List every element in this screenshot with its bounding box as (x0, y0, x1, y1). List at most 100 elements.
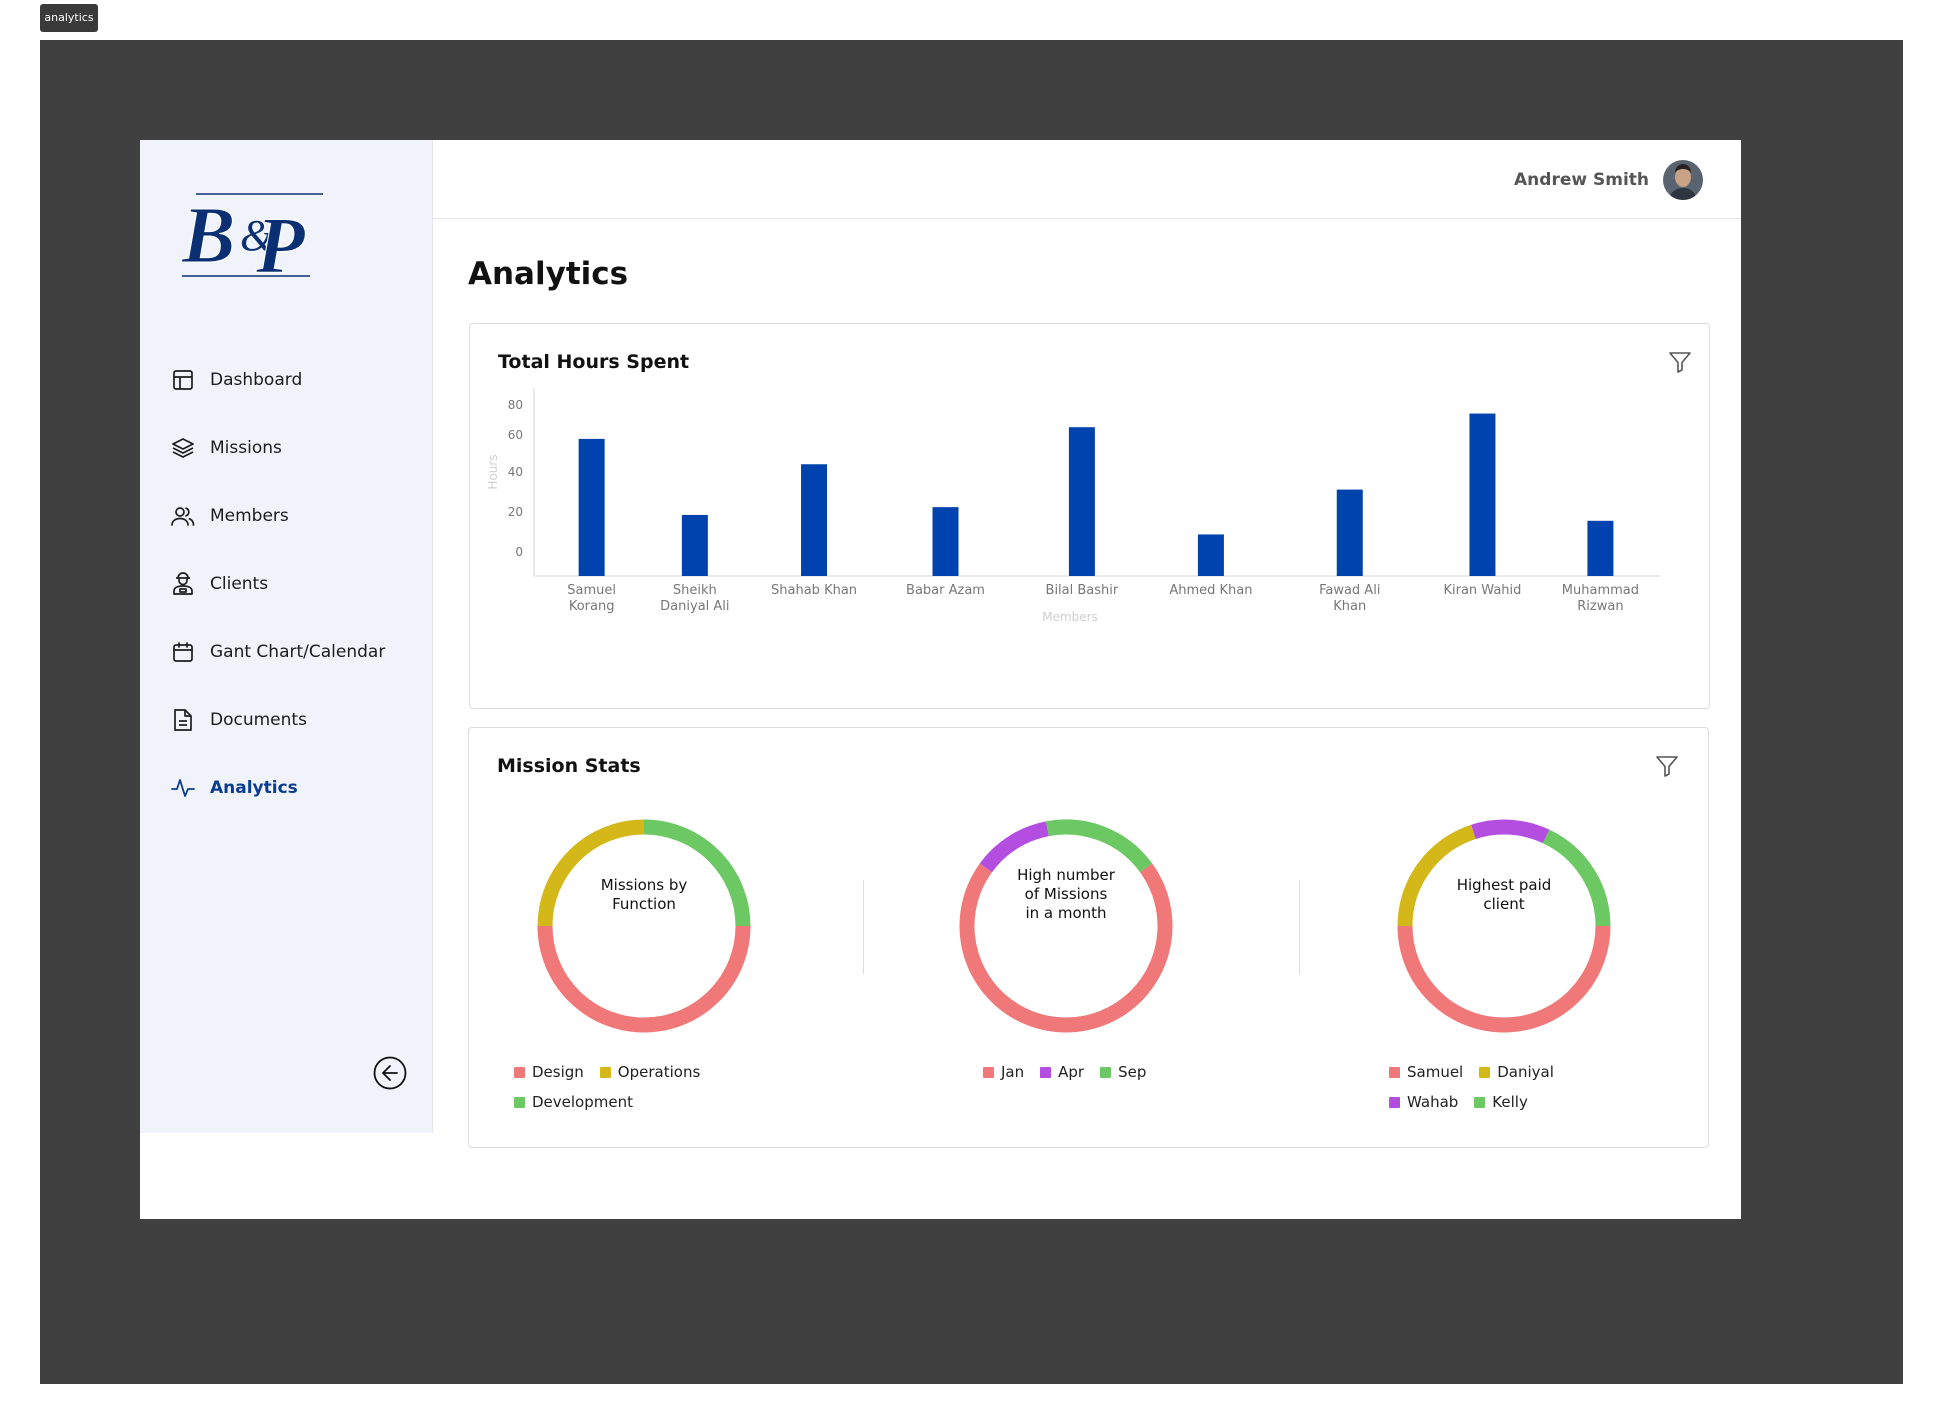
donut-missions-by-month[interactable]: High number of Missions in a month (956, 816, 1176, 1036)
legend-swatch (1100, 1066, 1112, 1078)
legend-item: Design (514, 1063, 584, 1081)
donut-legend-function: Design Operations Development (514, 1063, 834, 1111)
hours-bar-chart: 80 60 40 20 0 Hours SamuelKorang SheikhDaniyal … (486, 388, 1660, 624)
legend-swatch (1474, 1096, 1486, 1108)
legend-label: Design (532, 1063, 584, 1081)
top-bar: Andrew Smith (433, 140, 1741, 219)
sidebar-item-gant-chart-calendar[interactable]: Gant Chart/Calendar (170, 618, 410, 686)
legend-label: Sep (1118, 1063, 1147, 1081)
avatar[interactable] (1663, 160, 1703, 200)
legend-item: Jan (983, 1063, 1024, 1081)
donut-center-line: client (1483, 895, 1525, 913)
donut-center-label: High number of Missions in a month (986, 866, 1146, 923)
x-tick-label: Bilal Bashir (1046, 583, 1119, 598)
layout-icon (170, 367, 196, 393)
donut-divider (863, 880, 864, 974)
frame-label: analytics (40, 4, 98, 32)
stats-filter-button[interactable] (1655, 754, 1679, 778)
legend-label: Apr (1058, 1063, 1085, 1081)
donut-ring (959, 819, 1173, 1033)
donut-legend-month: Jan Apr Sep (983, 1063, 1203, 1081)
legend-label: Development (532, 1093, 633, 1111)
donut-divider (1299, 880, 1300, 974)
x-tick-label: Korang (569, 599, 615, 614)
legend-label: Wahab (1407, 1093, 1459, 1111)
legend-item: Daniyal (1479, 1063, 1554, 1081)
arrow-left-circle-icon (373, 1056, 407, 1090)
artboard: B & P Dashboard Missions Members Clients… (40, 40, 1903, 1384)
legend-label: Jan (1001, 1063, 1025, 1081)
y-tick-label: 60 (508, 428, 523, 442)
donut-center-label: Highest paid client (1424, 876, 1584, 914)
collapse-sidebar-button[interactable] (373, 1056, 407, 1090)
sidebar-item-documents[interactable]: Documents (170, 686, 410, 754)
filter-icon (1656, 756, 1678, 777)
donut-slice-3 (1471, 819, 1550, 844)
x-tick-label: Rizwan (1577, 599, 1623, 614)
legend-label: Kelly (1492, 1093, 1528, 1111)
bar-1 (578, 438, 605, 576)
logo-letter-p: P (255, 202, 306, 284)
bar-2 (681, 514, 708, 576)
sidebar-item-label: Dashboard (210, 370, 303, 390)
y-tick-label: 20 (508, 505, 523, 519)
x-tick-label: Babar Azam (906, 583, 985, 598)
legend-swatch (1389, 1066, 1400, 1078)
bar-8 (1469, 413, 1496, 576)
sidebar-item-label: Missions (210, 438, 282, 458)
bar-9 (1587, 520, 1614, 576)
users-icon (170, 503, 196, 529)
donut-center-line: Highest paid (1456, 876, 1552, 894)
legend-item: Apr (1040, 1063, 1084, 1081)
y-axis-title: Hours (486, 454, 500, 489)
donut-missions-by-function[interactable]: Missions by Function (534, 816, 754, 1036)
x-tick-label: Fawad Ali (1319, 583, 1380, 598)
sidebar-item-members[interactable]: Members (170, 482, 410, 550)
sidebar-item-clients[interactable]: Clients (170, 550, 410, 618)
page-title: Analytics (468, 256, 629, 292)
sidebar-item-dashboard[interactable]: Dashboard (170, 346, 410, 414)
legend-swatch (1479, 1066, 1491, 1078)
bar-5 (1068, 427, 1095, 576)
brand-logo[interactable]: B & P (178, 184, 328, 291)
legend-swatch (514, 1096, 525, 1108)
donut-legend-client: Samuel Daniyal Wahab Kelly (1389, 1063, 1649, 1111)
bar-4 (932, 507, 959, 576)
donut-slice-2 (979, 821, 1050, 873)
donut-ring (1397, 819, 1611, 1033)
sidebar: B & P Dashboard Missions Members Clients… (140, 140, 433, 1133)
x-tick-label: Khan (1333, 599, 1366, 614)
donut-slice-1 (1397, 925, 1611, 1033)
sidebar-item-label: Members (210, 506, 289, 526)
layers-icon (170, 435, 196, 461)
x-tick-label: Daniyal Ali (660, 599, 729, 614)
y-tick-label: 0 (515, 545, 523, 559)
x-tick-label: Shahab Khan (771, 583, 857, 598)
client-icon (170, 571, 196, 597)
x-tick-label: Samuel (567, 583, 616, 598)
sidebar-item-label: Documents (210, 710, 307, 730)
bar-7 (1336, 489, 1363, 576)
x-tick-label: Ahmed Khan (1169, 583, 1252, 598)
donut-center-line: of Missions (1024, 885, 1108, 903)
donut-slice-1 (537, 925, 751, 1033)
legend-item: Operations (599, 1063, 700, 1081)
x-tick-label: Kiran Wahid (1443, 583, 1521, 598)
donut-center-line: Function (612, 895, 676, 913)
document-icon (170, 707, 196, 733)
user-name[interactable]: Andrew Smith (1514, 170, 1649, 190)
app-window: B & P Dashboard Missions Members Clients… (140, 140, 1741, 1219)
legend-swatch (983, 1066, 994, 1078)
legend-item: Development (514, 1093, 633, 1111)
sidebar-item-missions[interactable]: Missions (170, 414, 410, 482)
y-tick-label: 80 (508, 398, 523, 412)
x-tick-label: Sheikh (673, 583, 717, 598)
sidebar-item-label: Clients (210, 574, 269, 594)
donut-center-label: Missions by Function (564, 876, 724, 914)
calendar-icon (170, 639, 196, 665)
legend-swatch (514, 1066, 525, 1078)
mission-stats-card: Mission Stats Missions by Function Desig… (468, 727, 1709, 1148)
logo-letter-b: B (181, 192, 235, 280)
donut-highest-paid-client[interactable]: Highest paid client (1394, 816, 1614, 1036)
sidebar-item-analytics[interactable]: Analytics (170, 754, 410, 822)
